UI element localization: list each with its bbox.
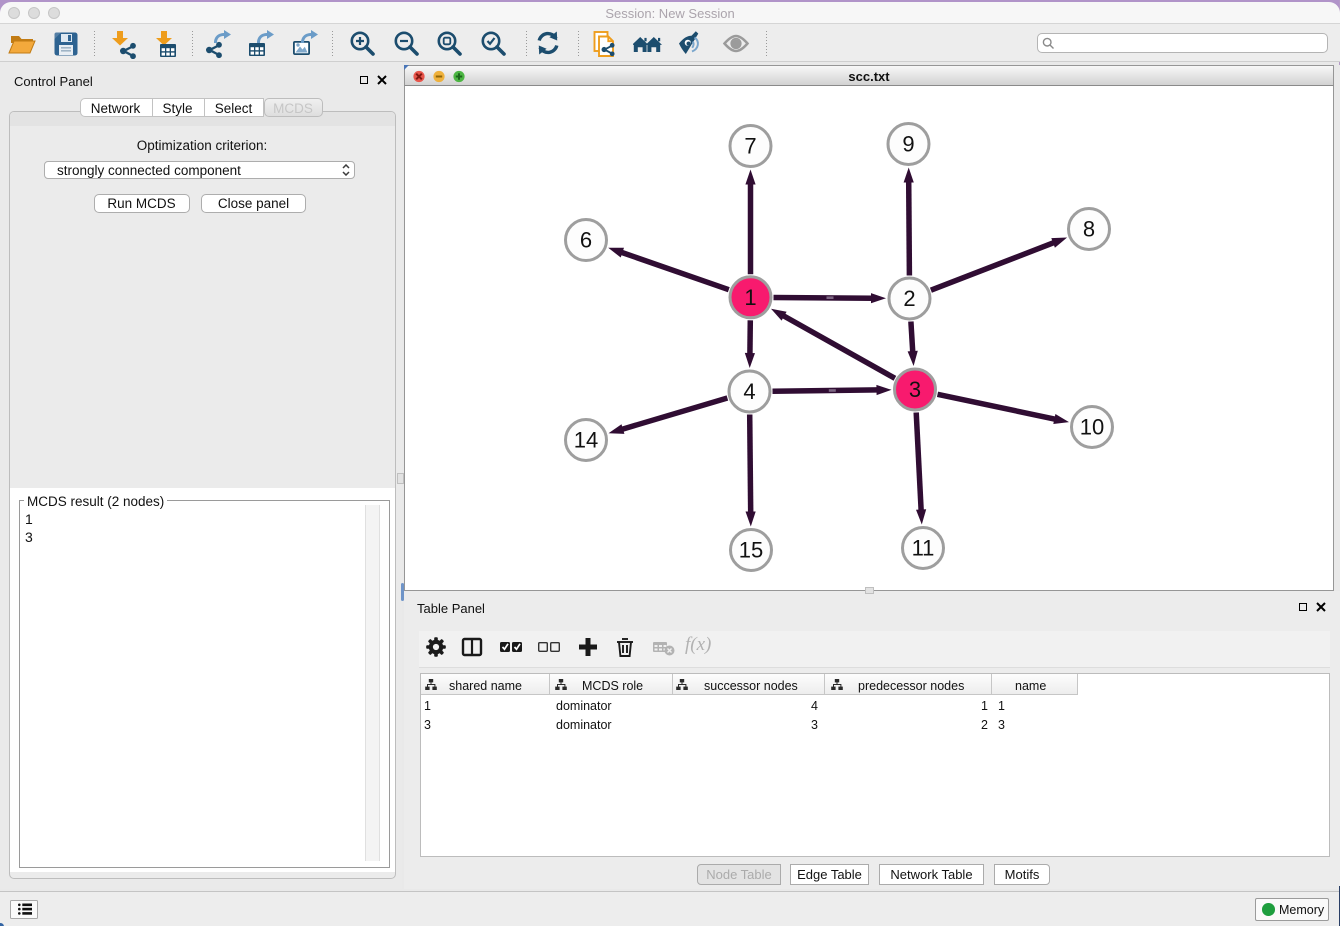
svg-text:14: 14: [574, 428, 598, 453]
svg-text:15: 15: [739, 538, 763, 563]
svg-text:11: 11: [912, 536, 935, 561]
svg-text:10: 10: [1080, 415, 1104, 440]
svg-text:4: 4: [743, 379, 755, 404]
svg-text:9: 9: [902, 132, 914, 157]
svg-text:8: 8: [1083, 217, 1095, 242]
svg-text:1: 1: [744, 285, 756, 310]
svg-text:6: 6: [580, 228, 592, 253]
svg-text:7: 7: [744, 134, 756, 159]
svg-text:3: 3: [909, 377, 921, 402]
svg-text:2: 2: [903, 286, 915, 311]
